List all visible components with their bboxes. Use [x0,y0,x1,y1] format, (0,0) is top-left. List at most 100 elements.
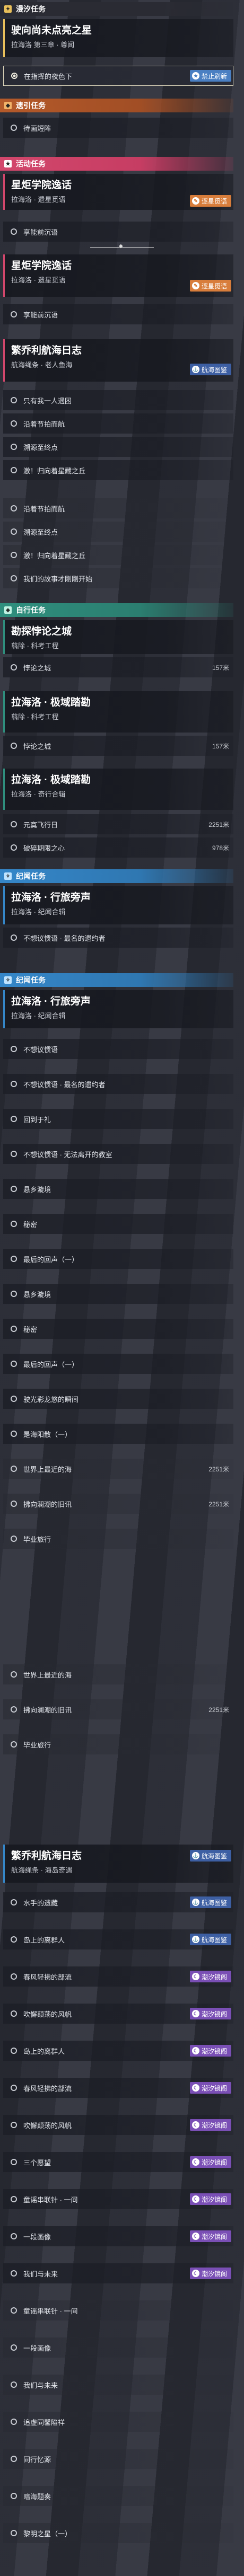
quest-objective[interactable]: 拂向澜潮的旧讯 2251米 [3,1494,233,1514]
quest-objective[interactable]: 激！归向着星藏之丘 [3,460,233,480]
objective-label: 拂向澜潮的旧讯 [23,1706,72,1714]
quest-objective[interactable]: 只有我一人遇困 [3,390,233,410]
category-side-quest[interactable]: ◆ 遗引任务 [0,99,233,112]
quest-objective[interactable]: 一段画像 [3,2337,233,2358]
quest-objective[interactable]: 追虚同馨陷祥 [3,2412,233,2432]
moon-icon: ☾ [191,2047,199,2054]
moon-icon: ☾ [191,2084,199,2092]
quest-objective[interactable]: 回到于礼 [3,1109,233,1129]
quest-objective[interactable]: 激！归向着星藏之丘 [3,545,233,565]
quest-objective[interactable]: 享能前沉语 [3,304,233,324]
objective-label: 秘密 [23,1220,38,1229]
quest-card-main[interactable]: 驶向尚未点亮之星 拉海洛 第三章 · 尊闻 [3,19,233,57]
quest-card[interactable]: 繁乔利航海日志 航海绳条 · 老人鱼海 [3,339,233,382]
main-quest-icon: ✦ [4,5,12,13]
quest-objective[interactable]: 拂向澜潮的旧讯 2251米 [3,1699,233,1719]
objective-radio-icon [11,444,17,450]
objective-label: 我们的故事才刚刚开始 [23,575,93,583]
quest-objective[interactable]: 元寞飞行日 2251米 [3,814,233,834]
quest-objective[interactable]: 暗海题奏 [3,2486,233,2506]
voyage-tag: ⚓ 航海图鉴 [189,1896,231,1908]
objective-radio-icon [11,844,17,851]
quest-objective[interactable]: 悬乡漩境 [3,1284,233,1304]
category-label: 纪闻任务 [16,976,46,984]
distance-label: 157米 [212,742,229,750]
objective-label: 破碎期限之心 [23,844,65,852]
ship-icon: ⚓ [191,366,199,373]
quest-objective[interactable]: 待画短阵 [3,118,233,138]
objective-label: 不想议惯语 · 最名的遗约者 [23,934,106,942]
chase-star-tag: ✎ 逐星觅语 [189,195,231,207]
quest-objective[interactable]: 破碎期限之心 978米 [3,837,233,858]
objective-radio-icon [11,1081,17,1087]
quest-objective[interactable]: 驶光彩龙悠的瞬间 [3,1389,233,1409]
quest-objective[interactable]: 最后的回声（一） [3,1249,233,1269]
quest-card[interactable]: 拉海洛 · 行旅旁声 拉海洛 · 纪闻合辑 [3,990,233,1028]
objective-label: 不想议惯语 · 无法离开的教室 [23,1150,112,1159]
quest-objective[interactable]: 悖论之城 157米 [3,736,233,756]
objective-radio-icon [11,1291,17,1297]
objective-radio-icon [11,2122,17,2128]
quest-objective[interactable]: 同行忆源 [3,2449,233,2469]
category-main-quest[interactable]: ✦ 漫汐任务 [0,2,233,16]
quest-card[interactable]: 拉海洛 · 极域踏勘 拉海洛 · 奇行合辑 [3,769,233,810]
quest-subtitle: 航海绳条 · 海岛奇遇 [11,1866,73,1874]
quest-objective[interactable]: 享能前沉语 [3,222,233,242]
quest-objective[interactable]: 秘密 [3,1214,233,1234]
quest-objective[interactable]: 世界上最近的海 [3,1664,233,1684]
objective-radio-icon [11,2048,17,2054]
quest-objective[interactable]: 不想议惯语 · 无法离开的教室 [3,1144,233,1164]
quest-objective[interactable]: 沿着节拍而航 [3,498,233,518]
quest-objective[interactable]: 我们与未来 [3,2375,233,2395]
quest-objective[interactable]: 不想议惯语 · 最名的遗约者 [3,928,233,948]
objective-radio-icon [11,73,18,79]
category-jiyu-quest[interactable]: ✧ 纪闻任务 [0,869,233,883]
category-event-quest[interactable]: ★ 活动任务 [0,157,233,171]
quest-objective[interactable]: 溯源至终点 [3,522,233,542]
moon-icon: ☾ [191,2195,199,2203]
quest-card[interactable]: 勘探悖论之城 翦除 · 科考工程 [3,620,233,654]
objective-label: 悬乡漩境 [23,1290,51,1299]
quest-objective[interactable]: 毕业旅行 [3,1734,233,1754]
quest-objective[interactable]: 童谣串联针 · 一间 [3,2300,233,2321]
quest-objective[interactable]: 我们的故事才刚刚开始 [3,568,233,588]
quest-objective[interactable]: 毕业旅行 [3,1529,233,1549]
quest-objective[interactable]: 沿着节拍而航 [3,413,233,434]
quest-objective[interactable]: 最后的回声（一） [3,1354,233,1374]
distance-label: 2251米 [208,1500,229,1508]
quest-card[interactable]: 拉海洛 · 行旅旁声 拉海洛 · 纪闻合辑 [3,886,233,924]
quest-objective[interactable]: 溯源至终点 [3,437,233,457]
objective-radio-icon [11,1741,17,1748]
objective-radio-icon [11,2530,17,2536]
quest-title: 拉海洛 · 极域踏勘 [11,697,91,708]
quest-objective[interactable]: 不想议惯语 · 最名的遗约者 [3,1074,233,1094]
quest-objective[interactable]: 悬乡漩境 [3,1179,233,1199]
voyage-tag: ⚓ 航海图鉴 [189,1934,231,1945]
quest-objective[interactable]: 悖论之城 157米 [3,657,233,677]
jiyu-quest-icon: ✧ [4,872,12,880]
objective-label: 追虚同馨陷祥 [23,2418,65,2427]
quest-title: 驶向尚未点亮之星 [11,25,92,36]
category-explore-quest[interactable]: ◈ 自行任务 [0,603,233,617]
quest-objective[interactable]: 世界上最近的海 2251米 [3,1459,233,1479]
quest-card[interactable]: 拉海洛 · 极域踏勘 翦除 · 科考工程 [3,691,233,733]
quest-objective[interactable]: 不想议惯语 [3,1039,233,1059]
quest-objective[interactable]: 黎明之星（一） [3,2523,233,2543]
objective-radio-icon [11,1186,17,1192]
quest-objective[interactable]: 秘密 [3,1319,233,1339]
objective-label: 悖论之城 [23,742,51,751]
objective-radio-icon [11,2233,17,2239]
objective-label: 暗海题奏 [23,2492,51,2501]
objective-label: 悬乡漩境 [23,1185,51,1194]
objective-label: 最后的回声（一） [23,1360,79,1369]
objective-label: 悖论之城 [23,664,51,672]
objective-radio-icon [11,1256,17,1262]
objective-label: 回到于礼 [23,1115,51,1124]
voyage-tag: ⚓ 航海图鉴 [189,1850,231,1862]
distance-label: 978米 [212,844,229,852]
objective-label: 毕业旅行 [23,1535,51,1543]
jiyu-quest-icon: ✧ [4,976,12,984]
category-jiyu-quest[interactable]: ✧ 纪闻任务 [0,973,233,987]
quest-objective[interactable]: 是海阳散（一） [3,1424,233,1444]
objective-radio-icon [11,1396,17,1402]
